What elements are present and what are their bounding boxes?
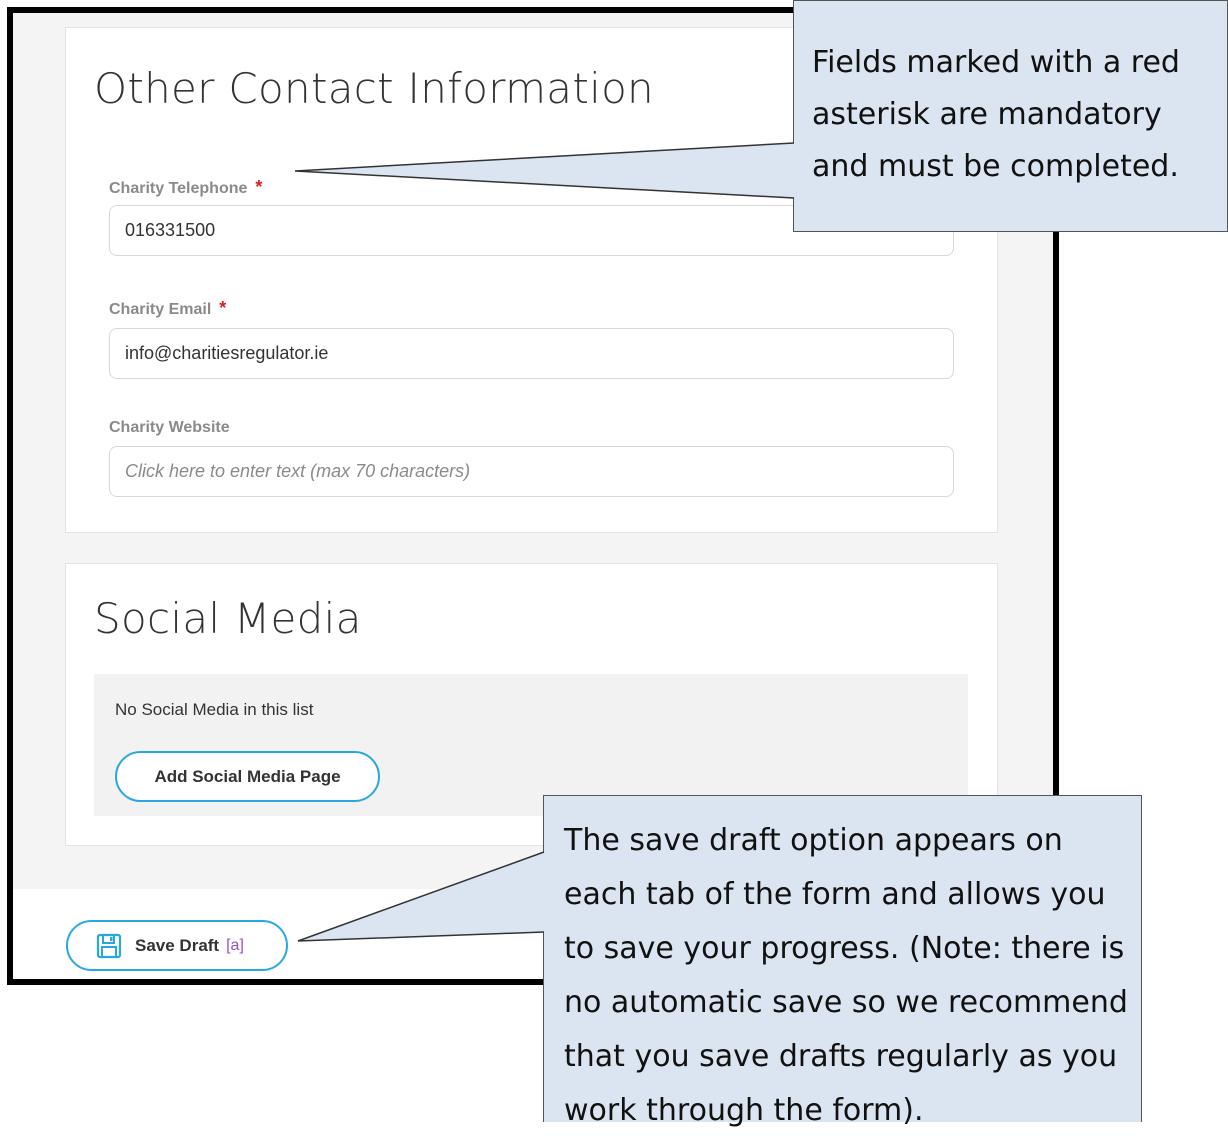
email-input[interactable] [109, 328, 954, 379]
website-label: Charity Website [109, 419, 230, 437]
floppy-disk-icon [96, 933, 122, 959]
mandatory-fields-note: Fields marked with a red asterisk are ma… [812, 45, 1180, 184]
keyboard-shortcut-hint: [a] [226, 936, 244, 954]
save-draft-note: The save draft option appears on each ta… [564, 823, 1128, 1128]
mandatory-fields-callout: Fields marked with a red asterisk are ma… [793, 0, 1228, 232]
empty-list-message: No Social Media in this list [115, 700, 314, 719]
social-section-title: Social Media [94, 594, 362, 643]
telephone-label-text: Charity Telephone [109, 180, 248, 197]
contact-section-title: Other Contact Information [94, 64, 654, 113]
email-label-text: Charity Email [109, 301, 212, 318]
telephone-label: Charity Telephone * [109, 177, 262, 198]
save-draft-button[interactable]: Save Draft [a] [66, 920, 288, 971]
add-social-media-button[interactable]: Add Social Media Page [115, 751, 380, 802]
required-asterisk: * [255, 177, 263, 197]
email-label: Charity Email * [109, 298, 226, 319]
website-label-text: Charity Website [109, 419, 230, 436]
website-input[interactable] [109, 446, 954, 497]
save-draft-label: Save Draft [135, 935, 220, 955]
save-draft-callout: The save draft option appears on each ta… [543, 795, 1142, 1128]
required-asterisk: * [219, 298, 227, 318]
